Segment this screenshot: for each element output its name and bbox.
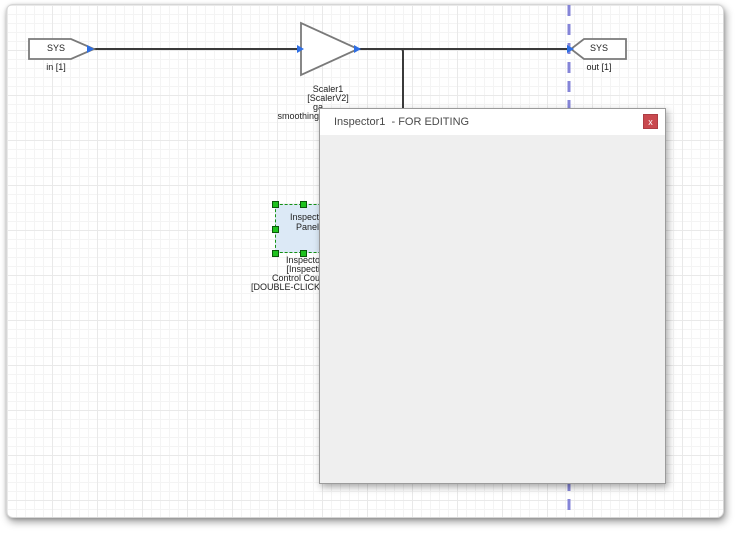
sys-out-caption: out [1] — [573, 63, 625, 73]
inspector-block-caption-line4: [DOUBLE-CLICK — [167, 283, 320, 293]
port-icon[interactable] — [354, 45, 361, 53]
port-icon[interactable] — [87, 45, 94, 53]
sys-in-title: SYS — [31, 44, 81, 54]
wire-branch-to-inspector[interactable] — [401, 49, 403, 113]
scaler-block[interactable] — [301, 23, 358, 75]
selection-handle[interactable] — [272, 250, 279, 257]
diagram-canvas[interactable]: SYS in [1] SYS out [1] Scaler1 [ScalerV2… — [6, 4, 724, 518]
sys-in-caption: in [1] — [31, 63, 81, 73]
inspector-window-titlebar[interactable]: Inspector1 - FOR EDITING x — [320, 109, 665, 136]
close-icon[interactable]: x — [643, 114, 658, 129]
inspector-window-title: Inspector1 - FOR EDITING — [334, 109, 469, 135]
inspector-window: Inspector1 - FOR EDITING x — [319, 108, 666, 484]
sys-out-title: SYS — [573, 44, 625, 54]
screenshot-root: SYS in [1] SYS out [1] Scaler1 [ScalerV2… — [0, 0, 736, 535]
scaler-caption-line4: smoothing — [253, 112, 319, 122]
selection-handle[interactable] — [300, 201, 307, 208]
inspector-window-body — [320, 135, 665, 483]
selection-handle[interactable] — [300, 250, 307, 257]
selection-handle[interactable] — [272, 201, 279, 208]
selection-handle[interactable] — [272, 226, 279, 233]
